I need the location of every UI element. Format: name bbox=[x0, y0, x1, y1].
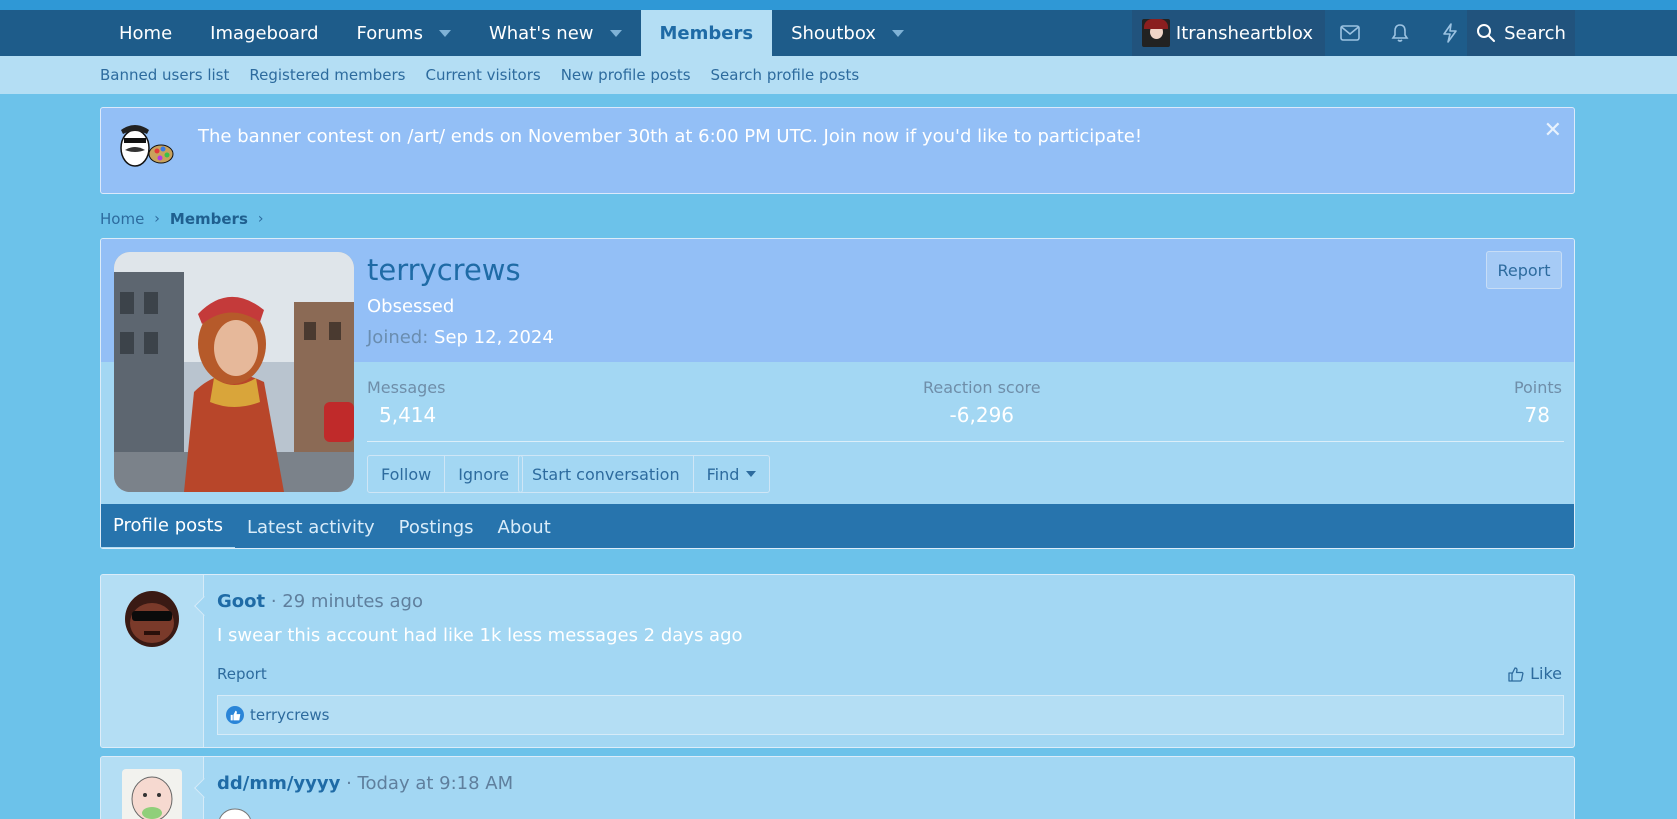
avatar[interactable] bbox=[122, 587, 182, 647]
stat-messages: Messages 5,414 bbox=[367, 378, 445, 427]
chevron-right-icon: › bbox=[257, 211, 264, 227]
post-body: I swear this account had like 1k less me… bbox=[217, 625, 743, 646]
chevron-right-icon: › bbox=[154, 211, 160, 227]
nav-tab-whats-new[interactable]: What's new bbox=[470, 10, 641, 56]
profile-avatar[interactable] bbox=[114, 252, 354, 492]
profile-tabs: Profile posts Latest activity Postings A… bbox=[101, 504, 1574, 548]
chevron-down-icon[interactable] bbox=[891, 29, 904, 37]
conversation-find-group: Start conversation Find bbox=[518, 455, 771, 493]
stat-label: Points bbox=[1513, 378, 1562, 397]
main-navbar: Home Imageboard Forums What's new Member… bbox=[0, 10, 1677, 56]
nav-tab-label: What's new bbox=[488, 22, 594, 44]
tab-about[interactable]: About bbox=[486, 504, 563, 548]
like-button[interactable]: Like bbox=[1508, 664, 1562, 683]
close-icon[interactable]: ✕ bbox=[1544, 120, 1562, 142]
stat-value[interactable]: -6,296 bbox=[923, 403, 1041, 427]
post-time[interactable]: · Today at 9:18 AM bbox=[346, 773, 513, 794]
breadcrumb: Home › Members › bbox=[100, 210, 273, 228]
nav-tab-label: Shoutbox bbox=[791, 22, 876, 44]
post-username[interactable]: dd/mm/yyyy bbox=[217, 773, 340, 794]
user-menu[interactable]: Itransheartblox bbox=[1131, 10, 1325, 56]
notice-text: The banner contest on /art/ ends on Nove… bbox=[198, 126, 1143, 147]
joined-value: Sep 12, 2024 bbox=[434, 327, 554, 348]
subnav-search-profile-posts[interactable]: Search profile posts bbox=[711, 66, 860, 84]
like-reaction-icon bbox=[226, 706, 244, 724]
subnav-items: Banned users list Registered members Cur… bbox=[100, 56, 879, 94]
report-button[interactable]: Report bbox=[1486, 251, 1562, 289]
start-conversation-button[interactable]: Start conversation bbox=[519, 456, 694, 492]
nav-tab-label: Imageboard bbox=[210, 22, 319, 44]
follow-ignore-group: Follow Ignore bbox=[367, 455, 524, 493]
username-label: Itransheartblox bbox=[1175, 22, 1313, 44]
envelope-icon bbox=[1340, 25, 1360, 41]
profile-user-title: Obsessed bbox=[367, 296, 455, 317]
profile-username: terrycrews bbox=[367, 253, 521, 287]
search-button[interactable]: Search bbox=[1467, 10, 1575, 56]
bolt-icon bbox=[1443, 23, 1457, 43]
avatar[interactable] bbox=[122, 769, 182, 819]
breadcrumb-members[interactable]: Members bbox=[170, 210, 248, 228]
stat-label: Reaction score bbox=[923, 378, 1041, 397]
avatar bbox=[1141, 19, 1170, 47]
joined-label: Joined: bbox=[367, 327, 429, 348]
tab-postings[interactable]: Postings bbox=[387, 504, 486, 548]
find-label: Find bbox=[706, 464, 740, 484]
stat-value[interactable]: 5,414 bbox=[367, 403, 445, 427]
stat-label: Messages bbox=[367, 378, 446, 397]
sub-navbar: Banned users list Registered members Cur… bbox=[0, 56, 1677, 94]
caret-down-icon bbox=[746, 471, 757, 477]
post-meta: Goot · 29 minutes ago bbox=[217, 591, 423, 612]
chevron-down-icon[interactable] bbox=[438, 29, 451, 37]
nav-tab-forums[interactable]: Forums bbox=[338, 10, 470, 56]
nav-tab-label: Home bbox=[119, 22, 173, 44]
notice-banner: The banner contest on /art/ ends on Nove… bbox=[100, 107, 1575, 194]
post-time[interactable]: · 29 minutes ago bbox=[271, 591, 423, 612]
divider bbox=[367, 441, 1564, 442]
profile-joined: Joined: Sep 12, 2024 bbox=[367, 327, 554, 348]
profile-post: dd/mm/yyyy · Today at 9:18 AM bbox=[100, 756, 1575, 819]
nav-tab-home[interactable]: Home bbox=[100, 10, 191, 56]
stat-reaction-score: Reaction score -6,296 bbox=[923, 378, 1041, 427]
reacted-by[interactable]: terrycrews bbox=[250, 706, 329, 724]
nav-tabs: Home Imageboard Forums What's new Member… bbox=[100, 10, 923, 56]
subnav-new-profile-posts[interactable]: New profile posts bbox=[561, 66, 691, 84]
profile-post: Goot · 29 minutes ago I swear this accou… bbox=[100, 574, 1575, 748]
like-label: Like bbox=[1530, 664, 1562, 683]
reactions-bar[interactable]: terrycrews bbox=[217, 695, 1564, 735]
nav-tab-imageboard[interactable]: Imageboard bbox=[191, 10, 337, 56]
nav-tab-label: Members bbox=[659, 22, 754, 44]
nav-tab-label: Forums bbox=[356, 22, 423, 44]
chevron-down-icon[interactable] bbox=[609, 29, 622, 37]
thumbs-up-icon bbox=[1508, 666, 1524, 682]
search-icon bbox=[1477, 24, 1496, 42]
subnav-banned-users[interactable]: Banned users list bbox=[100, 66, 229, 84]
post-image bbox=[219, 808, 251, 819]
alerts-button[interactable] bbox=[1375, 10, 1425, 56]
profile-card: terrycrews Obsessed Joined: Sep 12, 2024… bbox=[100, 238, 1575, 549]
nav-tab-members[interactable]: Members bbox=[640, 10, 773, 56]
post-meta: dd/mm/yyyy · Today at 9:18 AM bbox=[217, 773, 513, 794]
breadcrumb-home[interactable]: Home bbox=[100, 210, 144, 228]
tab-latest-activity[interactable]: Latest activity bbox=[235, 504, 387, 548]
nav-user-area: Itransheartblox bbox=[1131, 10, 1475, 56]
stat-value[interactable]: 78 bbox=[1514, 403, 1562, 427]
post-report-link[interactable]: Report bbox=[217, 665, 267, 683]
avatar-image bbox=[122, 587, 182, 647]
avatar-image bbox=[122, 769, 182, 819]
bell-icon bbox=[1391, 24, 1409, 42]
avatar-image bbox=[114, 252, 354, 492]
follow-button[interactable]: Follow bbox=[368, 456, 446, 492]
conversations-button[interactable] bbox=[1325, 10, 1375, 56]
subnav-registered-members[interactable]: Registered members bbox=[249, 66, 405, 84]
mascot-icon bbox=[120, 125, 174, 167]
search-label: Search bbox=[1504, 22, 1566, 44]
nav-tab-shoutbox[interactable]: Shoutbox bbox=[772, 10, 923, 56]
subnav-current-visitors[interactable]: Current visitors bbox=[426, 66, 541, 84]
stat-points: Points 78 bbox=[1514, 378, 1562, 427]
ignore-button[interactable]: Ignore bbox=[445, 456, 522, 492]
tab-profile-posts[interactable]: Profile posts bbox=[101, 504, 235, 548]
find-button[interactable]: Find bbox=[694, 456, 770, 492]
post-username[interactable]: Goot bbox=[217, 591, 265, 612]
top-strip bbox=[0, 0, 1677, 10]
